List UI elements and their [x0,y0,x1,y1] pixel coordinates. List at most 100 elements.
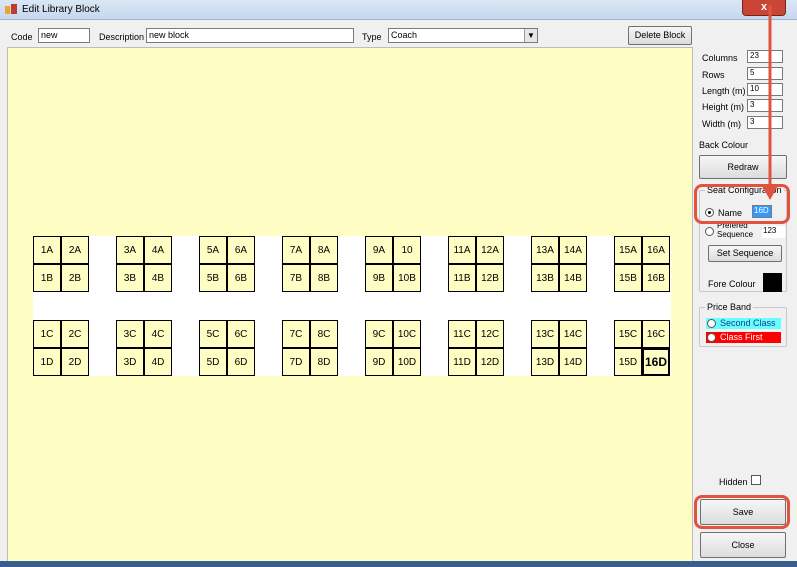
seat-14D[interactable]: 14D [559,348,587,376]
seat-6B[interactable]: 6B [227,264,255,292]
type-select-value: Coach [391,30,418,40]
seat-3B[interactable]: 3B [116,264,144,292]
window-title: Edit Library Block [22,4,100,15]
seat-6D[interactable]: 6D [227,348,255,376]
delete-block-label: Delete Block [634,30,686,40]
seat-10[interactable]: 10 [393,236,421,264]
seat-1A[interactable]: 1A [33,236,61,264]
seat-12A[interactable]: 12A [476,236,504,264]
seat-1D[interactable]: 1D [33,348,61,376]
seat-1C[interactable]: 1C [33,320,61,348]
close-button[interactable]: Close [700,532,786,558]
seat-2A[interactable]: 2A [61,236,89,264]
width-label: Width (m) [702,119,741,129]
seat-11C[interactable]: 11C [448,320,476,348]
seat-10D[interactable]: 10D [393,348,421,376]
seat-9A[interactable]: 9A [365,236,393,264]
second-class-label: Second Class [720,318,776,328]
seat-15C[interactable]: 15C [614,320,642,348]
type-label: Type [362,32,382,42]
seat-4D[interactable]: 4D [144,348,172,376]
seat-16A[interactable]: 16A [642,236,670,264]
seat-14B[interactable]: 14B [559,264,587,292]
seat-2D[interactable]: 2D [61,348,89,376]
seat-9C[interactable]: 9C [365,320,393,348]
set-sequence-button[interactable]: Set Sequence [708,245,782,262]
highlight-save [694,495,790,529]
seat-12C[interactable]: 12C [476,320,504,348]
app-icon [5,4,17,14]
seat-12B[interactable]: 12B [476,264,504,292]
code-label: Code [11,32,33,42]
seat-7B[interactable]: 7B [282,264,310,292]
seat-14A[interactable]: 14A [559,236,587,264]
seat-13D[interactable]: 13D [531,348,559,376]
seat-15B[interactable]: 15B [614,264,642,292]
seat-16D[interactable]: 16D [642,348,670,376]
seat-11D[interactable]: 11D [448,348,476,376]
description-field[interactable]: new block [146,28,354,43]
seat-1B[interactable]: 1B [33,264,61,292]
delete-block-button[interactable]: Delete Block [628,26,692,45]
back-colour-label: Back Colour [699,140,749,150]
length-label: Length (m) [702,86,746,96]
seat-2B[interactable]: 2B [61,264,89,292]
seat-10B[interactable]: 10B [393,264,421,292]
seat-11A[interactable]: 11A [448,236,476,264]
seat-5A[interactable]: 5A [199,236,227,264]
seat-6A[interactable]: 6A [227,236,255,264]
seat-5C[interactable]: 5C [199,320,227,348]
price-band-title: Price Band [705,302,754,312]
seat-13C[interactable]: 13C [531,320,559,348]
height-label: Height (m) [702,102,745,112]
seat-2C[interactable]: 2C [61,320,89,348]
seat-3C[interactable]: 3C [116,320,144,348]
seat-5B[interactable]: 5B [199,264,227,292]
second-class-radio[interactable] [707,319,716,328]
type-select[interactable]: Coach ▼ [388,28,538,43]
seat-16B[interactable]: 16B [642,264,670,292]
seat-8B[interactable]: 8B [310,264,338,292]
seat-layout-canvas[interactable]: 1A 2A 3A 4A 5A 6A 7A 8A 9A 10 11A 12A 13A 14A 15A 16A 1B… [7,47,693,565]
seat-4C[interactable]: 4C [144,320,172,348]
prefered-sequence-radio[interactable] [705,227,714,236]
seat-14C[interactable]: 14C [559,320,587,348]
seat-4A[interactable]: 4A [144,236,172,264]
seat-13B[interactable]: 13B [531,264,559,292]
code-field[interactable]: new [38,28,90,43]
description-label: Description [99,32,145,42]
fore-colour-swatch[interactable] [763,273,782,292]
seat-4B[interactable]: 4B [144,264,172,292]
first-class-radio[interactable] [707,333,716,342]
arrow-icon [761,5,779,200]
first-class-option[interactable]: Class First [706,332,781,343]
seat-11B[interactable]: 11B [448,264,476,292]
seat-7C[interactable]: 7C [282,320,310,348]
columns-label: Columns [702,53,738,63]
seat-15D[interactable]: 15D [614,348,642,376]
seat-7D[interactable]: 7D [282,348,310,376]
seat-3A[interactable]: 3A [116,236,144,264]
redraw-label: Redraw [727,162,759,172]
chevron-down-icon[interactable]: ▼ [524,29,537,42]
sequence-field[interactable]: 123 [762,226,785,238]
seat-8D[interactable]: 8D [310,348,338,376]
seat-12D[interactable]: 12D [476,348,504,376]
second-class-option[interactable]: Second Class [706,318,781,329]
first-class-label: Class First [720,332,763,342]
seat-6C[interactable]: 6C [227,320,255,348]
close-label: Close [731,540,755,550]
seat-8C[interactable]: 8C [310,320,338,348]
seat-7A[interactable]: 7A [282,236,310,264]
set-sequence-label: Set Sequence [716,248,774,258]
seat-3D[interactable]: 3D [116,348,144,376]
seat-10C[interactable]: 10C [393,320,421,348]
seat-13A[interactable]: 13A [531,236,559,264]
seat-8A[interactable]: 8A [310,236,338,264]
hidden-checkbox[interactable] [751,475,761,485]
seat-15A[interactable]: 15A [614,236,642,264]
seat-9D[interactable]: 9D [365,348,393,376]
seat-5D[interactable]: 5D [199,348,227,376]
seat-16C[interactable]: 16C [642,320,670,348]
seat-9B[interactable]: 9B [365,264,393,292]
